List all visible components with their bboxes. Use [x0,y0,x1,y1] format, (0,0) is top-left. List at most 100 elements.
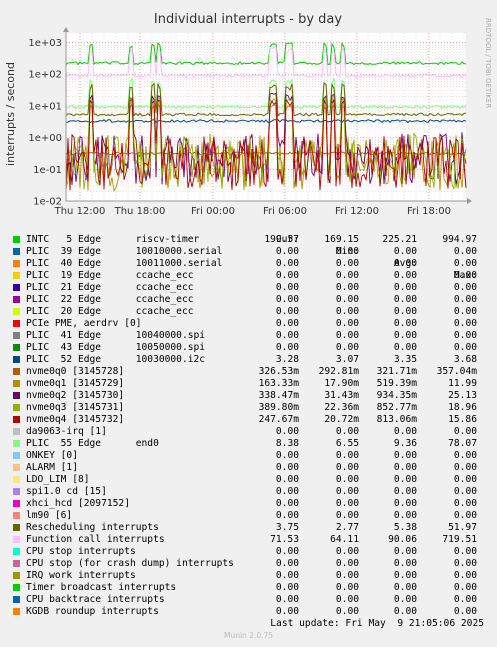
legend-max: 0.00 [453,450,477,461]
legend-cur: 0.00 [275,450,299,461]
legend-row: PLIC 19 Edge ccache_ecc 0.00 0.00 0.00 0.00 [0,270,497,282]
legend-min: 2.77 [335,522,359,533]
legend-row: PLIC 22 Edge ccache_ecc 0.00 0.00 0.00 0.00 [0,294,497,306]
legend-avg: 0.00 [393,306,417,317]
legend-swatch [13,284,20,291]
legend-avg: 0.00 [393,450,417,461]
legend-max: 0.00 [453,486,477,497]
legend-cur: 0.00 [275,282,299,293]
legend-min: 0.00 [335,594,359,605]
legend-avg: 0.00 [393,270,417,281]
legend-swatch [13,512,20,519]
legend-swatch [13,488,20,495]
legend-cur: 0.00 [275,318,299,329]
legend-swatch [13,524,20,531]
legend-row: IRQ work interrupts 0.00 0.00 0.00 0.00 [0,570,497,582]
legend-avg: 0.00 [393,318,417,329]
legend-cur: 199.57 [264,234,299,245]
legend-cur: 8.38 [275,438,299,449]
y-tick-label: 1e+01 [28,101,62,112]
legend-min: 0.00 [335,606,359,617]
legend-max: 994.97 [442,234,477,245]
legend-swatch [13,596,20,603]
legend-avg: 0.00 [393,546,417,557]
legend-cur: 0.00 [275,510,299,521]
legend-max: 51.97 [448,522,477,533]
legend-label: CPU backtrace interrupts [26,594,165,605]
legend-label: lm90 [6] [26,510,73,521]
legend-swatch [13,608,20,615]
legend-avg: 852.77m [376,402,417,413]
legend-swatch [13,320,20,327]
legend-avg: 3.35 [393,354,417,365]
legend-min: 31.43m [324,390,359,401]
legend-min: 22.36m [324,402,359,413]
legend-avg: 813.06m [376,414,417,425]
legend-max: 0.00 [453,258,477,269]
legend-swatch [13,248,20,255]
legend-label: PLIC 20 Edge ccache_ecc [26,306,194,317]
legend-avg: 0.00 [393,258,417,269]
legend-row: LDO_LIM [8] 0.00 0.00 0.00 0.00 [0,474,497,486]
legend-max: 0.00 [453,570,477,581]
legend-min: 20.72m [324,414,359,425]
legend-max: 719.51 [442,534,477,545]
legend-swatch [13,452,20,459]
legend-avg: 0.00 [393,282,417,293]
y-axis-arrow [63,27,69,32]
legend-avg: 0.00 [393,462,417,473]
legend-avg: 0.00 [393,426,417,437]
legend-avg: 0.00 [393,474,417,485]
legend-label: PLIC 52 Edge 10030000.i2c [26,354,206,365]
legend-row: PLIC 55 Edge end0 8.38 6.55 9.36 78.07 [0,438,497,450]
legend-avg: 0.00 [393,594,417,605]
legend-max: 0.00 [453,462,477,473]
legend-min: 0.00 [335,306,359,317]
legend-label: nvme0q3 [3145731] [26,402,125,413]
legend-max: 0.00 [453,270,477,281]
rrdtool-side-label: RRDTOOL / TOBI OETIKER [484,18,492,108]
legend-swatch [13,332,20,339]
legend-row: nvme0q2 [3145730] 338.47m 31.43m 934.35m 25.… [0,390,497,402]
legend-label: nvme0q2 [3145730] [26,390,125,401]
legend-row: INTC 5 Edge riscv-timer 199.57 169.15 225.2… [0,234,497,246]
legend-swatch [13,392,20,399]
legend-row: ONKEY [0] 0.00 0.00 0.00 0.00 [0,450,497,462]
legend-min: 0.00 [335,330,359,341]
legend-swatch [13,416,20,423]
legend-min: 169.15 [324,234,359,245]
legend-avg: 0.00 [393,330,417,341]
legend-row: PLIC 41 Edge 10040000.spi 0.00 0.00 0.00 0.0… [0,330,497,342]
legend-max: 0.00 [453,342,477,353]
legend-label: PLIC 41 Edge 10040000.spi [26,330,206,341]
legend-cur: 71.53 [270,534,299,545]
legend-row: PLIC 43 Edge 10050000.spi 0.00 0.00 0.00 0.0… [0,342,497,354]
legend-label: PCIe PME, aerdrv [0] [26,318,142,329]
legend-min: 17.90m [324,378,359,389]
legend-avg: 0.00 [393,486,417,497]
legend-max: 0.00 [453,594,477,605]
legend-min: 0.00 [335,270,359,281]
legend-row: nvme0q3 [3145731] 389.80m 22.36m 852.77m 18.… [0,402,497,414]
legend-cur: 0.00 [275,558,299,569]
legend-max: 0.00 [453,510,477,521]
legend-swatch [13,380,20,387]
legend-label: da9063-irq [1] [26,426,107,437]
legend-label: spi1.0 cd [15] [26,486,107,497]
legend-min: 0.00 [335,342,359,353]
legend-label: nvme0q0 [3145728] [26,366,125,377]
legend-max: 0.00 [453,606,477,617]
legend-swatch [13,356,20,363]
legend-min: 0.00 [335,294,359,305]
legend-avg: 5.38 [393,522,417,533]
legend-max: 0.00 [453,306,477,317]
legend-avg: 0.00 [393,606,417,617]
legend-min: 6.55 [335,438,359,449]
legend-cur: 0.00 [275,486,299,497]
legend-label: Rescheduling interrupts [26,522,159,533]
legend-row: KGDB roundup interrupts 0.00 0.00 0.00 0.00 [0,606,497,618]
legend-cur: 0.00 [275,582,299,593]
legend-swatch [13,260,20,267]
legend-min: 3.07 [335,354,359,365]
legend-cur: 247.67m [258,414,299,425]
